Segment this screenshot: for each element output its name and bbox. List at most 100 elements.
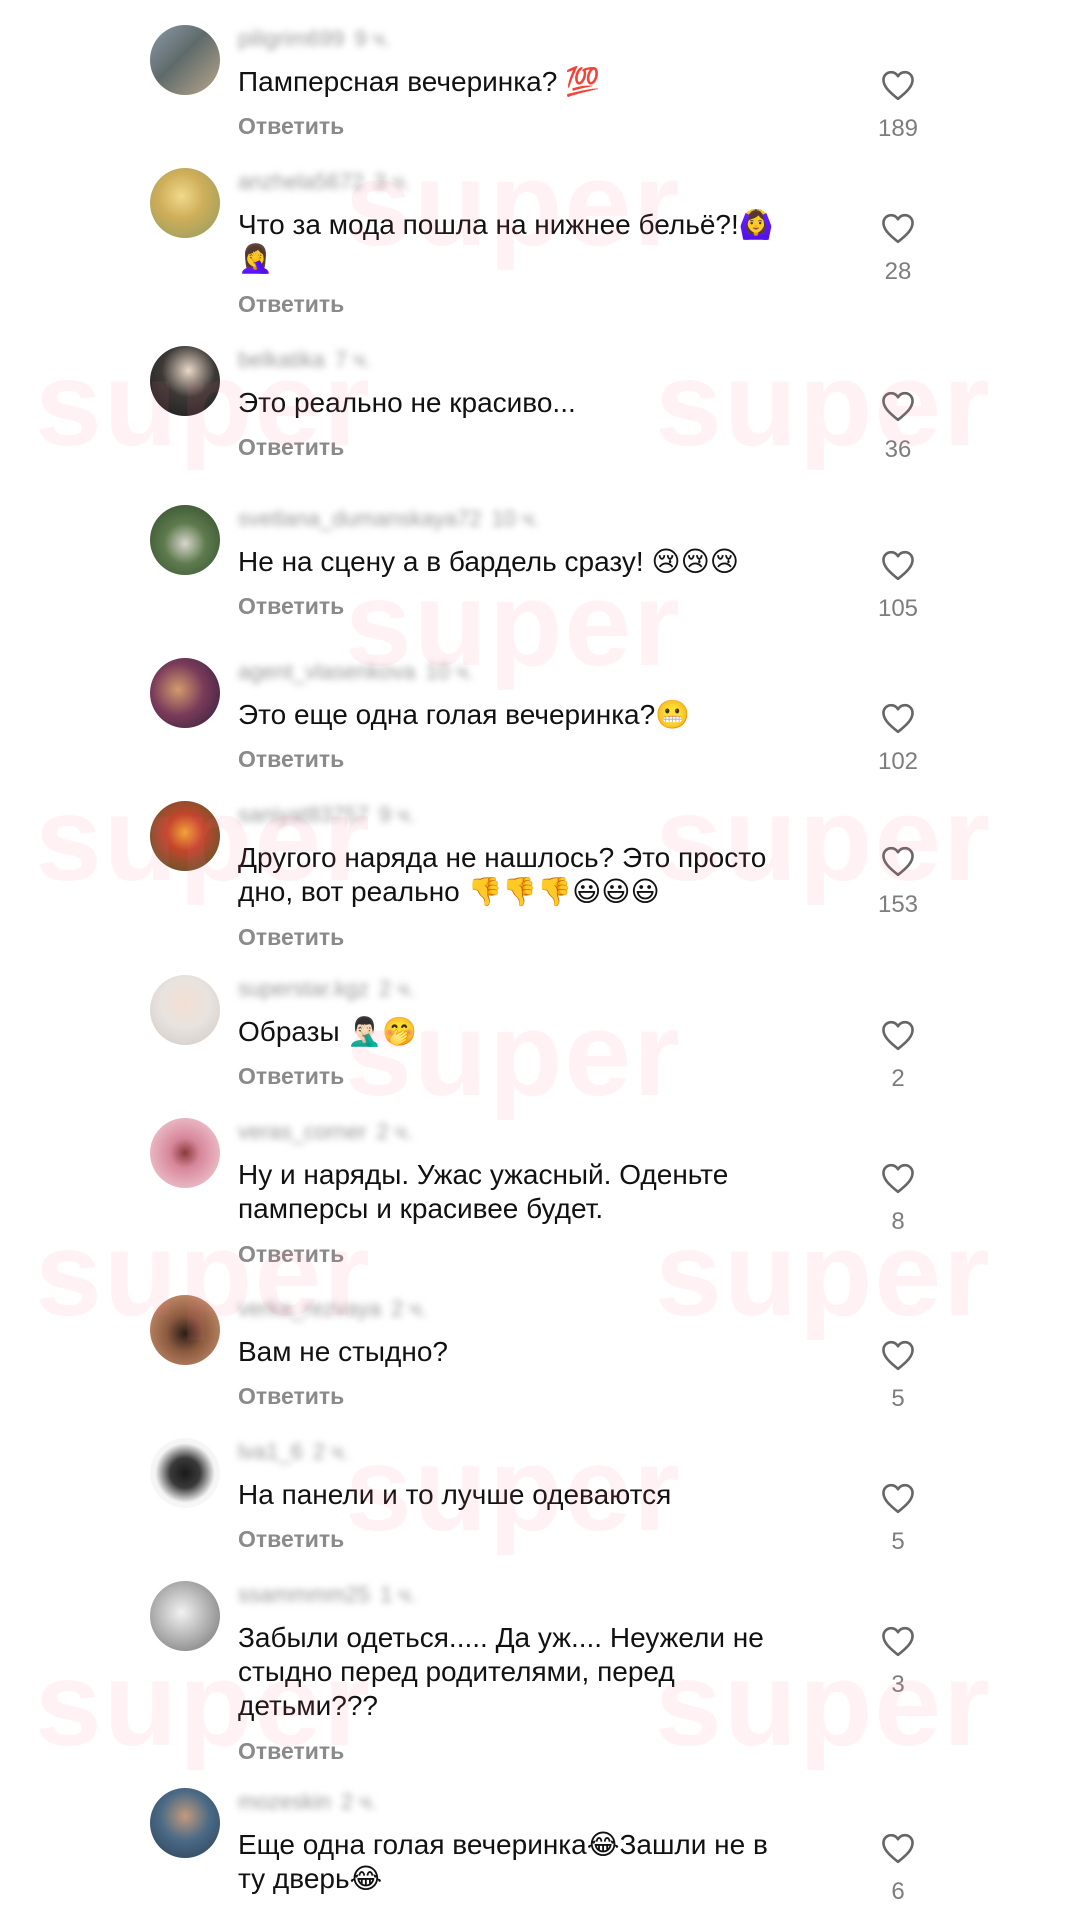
comment-text: Еще одна голая вечеринка😂Зашли не в ту д… [238,1829,768,1894]
heart-icon [882,1833,914,1864]
username-text[interactable]: anzhela5672 [238,169,364,194]
reply-button[interactable]: Ответить [238,745,344,773]
username-text[interactable]: veras_corner [238,1119,366,1144]
reply-button[interactable]: Ответить [238,1737,344,1765]
username-text[interactable]: verka_rezvaya [238,1296,381,1321]
reply-button[interactable]: Ответить [238,290,344,318]
reply-button[interactable]: Ответить [238,923,344,951]
like-count: 28 [884,258,912,285]
reply-button[interactable]: Ответить [238,112,344,140]
username-text[interactable]: belkatika [238,347,325,372]
comment-text: Не на сцену а в бардель сразу! 😢😢😢 [238,546,739,577]
comment-time: 2 ч. [378,976,415,1001]
comment-time: 10 ч. [491,506,540,531]
like-button[interactable] [878,388,918,424]
reply-button[interactable]: Ответить [238,592,344,620]
avatar[interactable] [150,346,220,416]
username-text[interactable]: svetlana_dumanskaya72 [238,506,481,531]
reply-button[interactable]: Ответить [238,1382,344,1410]
avatar[interactable] [150,1295,220,1365]
like-count: 153 [877,891,919,918]
username-text[interactable]: ssammmm25 [238,1582,370,1607]
comment-text: На панели и то лучше одеваются [238,1479,672,1510]
comment-time: 2 ч. [391,1296,427,1321]
avatar[interactable] [150,1438,220,1508]
comment-time: 9 ч. [378,802,415,827]
comment-username[interactable]: mozeskin 2 ч. [238,1788,377,1816]
comment-username[interactable]: belkatika 7 ч. [238,346,371,374]
heart-icon [882,1340,914,1371]
heart-icon [882,1163,914,1194]
avatar[interactable] [150,505,220,575]
comment-text: Образы 🤦🏻‍♂️🤭 [238,1016,418,1047]
comment-text: Другого наряда не нашлось? Это просто дн… [238,842,767,907]
comment-list: piligrim699 9 ч. Памперсная вечеринка? 💯 … [0,0,1080,1920]
like-button[interactable] [878,843,918,879]
like-count: 105 [877,595,919,622]
avatar[interactable] [150,168,220,238]
avatar[interactable] [150,801,220,871]
like-count: 8 [891,1208,905,1235]
like-button[interactable] [878,1337,918,1373]
username-text[interactable]: piligrim699 [238,26,344,51]
like-count: 5 [891,1528,905,1555]
like-button[interactable] [878,1017,918,1053]
username-text[interactable]: lva1_6 [238,1439,303,1464]
comment-username[interactable]: saniyat83757 9 ч. [238,801,415,829]
comment-time: 7 ч. [334,347,371,372]
like-button[interactable] [878,67,918,103]
like-count: 6 [891,1878,905,1905]
heart-icon [882,391,914,422]
like-count: 102 [877,748,919,775]
username-text[interactable]: agent_vlasenkova [238,659,415,684]
comment-username[interactable]: superstar.kgz 2 ч. [238,975,415,1003]
avatar[interactable] [150,25,220,95]
heart-icon [882,1626,914,1657]
comment-time: 2 ч. [340,1789,377,1814]
avatar[interactable] [150,975,220,1045]
reply-button[interactable]: Ответить [238,1062,344,1090]
avatar[interactable] [150,1788,220,1858]
comment-time: 2 ч. [312,1439,349,1464]
comment-text: Вам не стыдно? [238,1336,448,1367]
comment-username[interactable]: agent_vlasenkova 10 ч. [238,658,474,686]
like-button[interactable] [878,547,918,583]
like-count: 2 [891,1065,905,1092]
comment-username[interactable]: piligrim699 9 ч. [238,25,390,53]
like-button[interactable] [878,1480,918,1516]
username-text[interactable]: mozeskin [238,1789,331,1814]
comment-time: 2 ч. [376,1119,413,1144]
comment-username[interactable]: ssammmm25 1 ч. [238,1581,416,1609]
like-button[interactable] [878,1160,918,1196]
heart-icon [882,550,914,581]
comment-time: 10 ч. [425,659,474,684]
like-button[interactable] [878,1830,918,1866]
reply-button[interactable]: Ответить [238,1525,344,1553]
comment-username[interactable]: veras_corner 2 ч. [238,1118,412,1146]
reply-button[interactable]: Ответить [238,433,344,461]
heart-icon [882,846,914,877]
comment-username[interactable]: svetlana_dumanskaya72 10 ч. [238,505,540,533]
heart-icon [882,70,914,101]
heart-icon [882,703,914,734]
comment-time: 3 ч. [374,169,410,194]
heart-icon [882,213,914,244]
comment-username[interactable]: verka_rezvaya 2 ч. [238,1295,427,1323]
reply-button[interactable]: Ответить [238,1240,344,1268]
heart-icon [882,1020,914,1051]
like-button[interactable] [878,700,918,736]
like-count: 3 [891,1671,905,1698]
comment-time: 1 ч. [380,1582,416,1607]
comment-text: Забыли одеться..... Да уж.... Неужели не… [238,1622,764,1721]
like-button[interactable] [878,1623,918,1659]
username-text[interactable]: superstar.kgz [238,976,369,1001]
heart-icon [882,1483,914,1514]
avatar[interactable] [150,658,220,728]
comment-username[interactable]: lva1_6 2 ч. [238,1438,349,1466]
avatar[interactable] [150,1581,220,1651]
avatar[interactable] [150,1118,220,1188]
comment-text: Памперсная вечеринка? 💯 [238,66,600,97]
comment-username[interactable]: anzhela5672 3 ч. [238,168,410,196]
username-text[interactable]: saniyat83757 [238,802,369,827]
like-button[interactable] [878,210,918,246]
